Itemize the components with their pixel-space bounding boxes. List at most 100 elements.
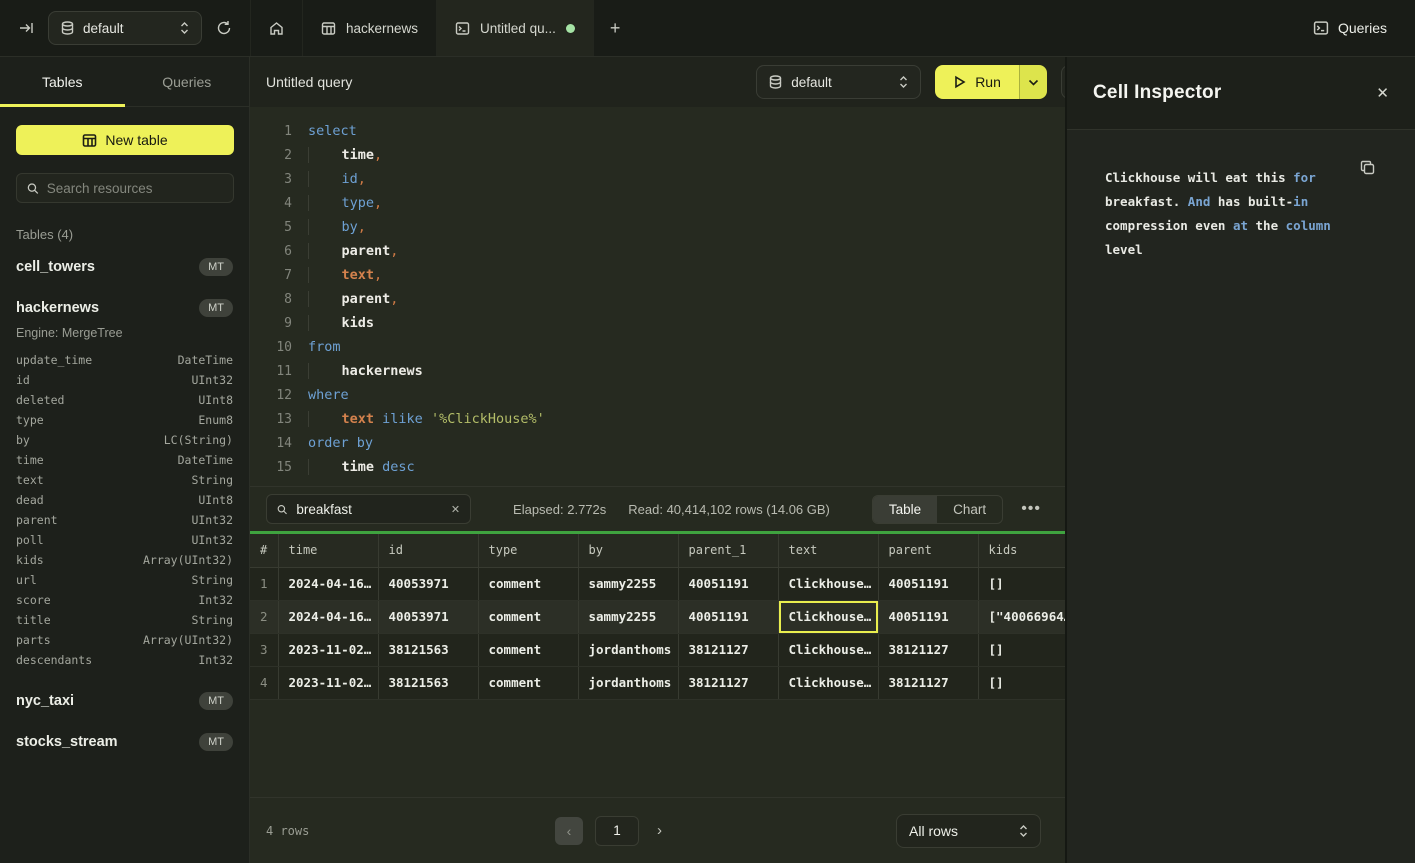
results-search[interactable]: ✕ (266, 494, 471, 524)
table-cell[interactable]: ["40066964… (978, 600, 1065, 633)
column-row[interactable]: deletedUInt8 (16, 390, 233, 410)
cell-content: Clickhouse will eat this for breakfast. … (1105, 166, 1367, 262)
table-cell[interactable]: 2024-04-16… (278, 567, 378, 600)
column-row[interactable]: deadUInt8 (16, 490, 233, 510)
copy-icon[interactable] (1360, 160, 1375, 175)
column-header[interactable]: text (778, 534, 878, 567)
table-cell[interactable]: Clickhouse… (778, 666, 878, 699)
table-cell[interactable]: [] (978, 567, 1065, 600)
new-table-button[interactable]: New table (16, 125, 234, 155)
column-header[interactable]: time (278, 534, 378, 567)
table-cell[interactable]: 40051191 (878, 567, 978, 600)
sidebar-search-input[interactable] (47, 181, 223, 196)
column-row[interactable]: update_timeDateTime (16, 350, 233, 370)
close-icon[interactable]: ✕ (1376, 84, 1389, 102)
column-row[interactable]: titleString (16, 610, 233, 630)
column-row[interactable]: partsArray(UInt32) (16, 630, 233, 650)
new-tab-button[interactable]: + (594, 0, 637, 56)
prev-page-button[interactable]: ‹ (555, 817, 583, 845)
refresh-icon[interactable] (216, 20, 232, 36)
line-code: time, (308, 147, 382, 163)
table-cell[interactable]: 40051191 (678, 567, 778, 600)
column-row[interactable]: typeEnum8 (16, 410, 233, 430)
sidebar-search[interactable] (16, 173, 234, 203)
column-row[interactable]: textString (16, 470, 233, 490)
table-cell[interactable]: 38121127 (878, 633, 978, 666)
table-cell[interactable]: jordanthoms (578, 633, 678, 666)
table-cell[interactable]: 2024-04-16… (278, 600, 378, 633)
table-item[interactable]: nyc_taxiMT (16, 684, 233, 717)
line-number: 7 (266, 268, 292, 283)
table-cell[interactable]: 40053971 (378, 600, 478, 633)
table-cell[interactable]: 38121563 (378, 666, 478, 699)
column-row[interactable]: idUInt32 (16, 370, 233, 390)
column-row[interactable]: pollUInt32 (16, 530, 233, 550)
table-cell[interactable]: 40053971 (378, 567, 478, 600)
table-item[interactable]: hackernewsMT (16, 291, 233, 324)
view-toggle-chart[interactable]: Chart (937, 496, 1002, 523)
table-cell[interactable]: sammy2255 (578, 600, 678, 633)
column-row[interactable]: parentUInt32 (16, 510, 233, 530)
page-number-input[interactable] (595, 816, 639, 846)
sql-editor[interactable]: 1select2 time,3 id,4 type,5 by,6 parent,… (250, 107, 1065, 487)
table-cell[interactable]: jordanthoms (578, 666, 678, 699)
tab-hackernews[interactable]: hackernews (303, 0, 437, 56)
table-cell[interactable]: comment (478, 600, 578, 633)
column-row[interactable]: kidsArray(UInt32) (16, 550, 233, 570)
column-header[interactable]: parent (878, 534, 978, 567)
table-cell[interactable]: [] (978, 666, 1065, 699)
table-cell[interactable]: [] (978, 633, 1065, 666)
table-cell[interactable]: Clickhouse… (778, 633, 878, 666)
more-options-icon[interactable]: ••• (1021, 500, 1041, 518)
table-cell[interactable]: Clickhouse… (778, 600, 878, 633)
sidebar-tab-label: Queries (162, 74, 211, 90)
view-toggle-table[interactable]: Table (873, 496, 937, 523)
tab-untitled-query[interactable]: Untitled qu... (437, 0, 594, 56)
sidebar-tab-tables[interactable]: Tables (0, 57, 125, 106)
next-page-button[interactable]: › (651, 822, 668, 839)
clear-search-icon[interactable]: ✕ (451, 503, 460, 516)
collapse-sidebar-icon[interactable] (18, 20, 34, 36)
column-header[interactable]: by (578, 534, 678, 567)
table-cell[interactable]: 40051191 (678, 600, 778, 633)
table-cell[interactable]: 38121563 (378, 633, 478, 666)
column-type: String (191, 473, 233, 487)
table-cell[interactable]: 40051191 (878, 600, 978, 633)
table-item[interactable]: stocks_streamMT (16, 725, 233, 758)
column-type: UInt32 (191, 373, 233, 387)
run-options-button[interactable] (1019, 65, 1047, 99)
run-button[interactable]: Run (935, 65, 1019, 99)
cell-content-token: And (1188, 194, 1211, 209)
results-search-input[interactable] (296, 502, 441, 517)
table-cell[interactable]: 38121127 (678, 633, 778, 666)
queries-button[interactable]: Queries (1313, 20, 1387, 36)
code-token (308, 315, 342, 331)
table-cell[interactable]: comment (478, 666, 578, 699)
column-header[interactable]: type (478, 534, 578, 567)
table-cell[interactable]: 2023-11-02… (278, 633, 378, 666)
table-cell[interactable]: 38121127 (878, 666, 978, 699)
table-item[interactable]: cell_towersMT (16, 250, 233, 283)
column-header[interactable]: kids (978, 534, 1065, 567)
query-database-select[interactable]: default (756, 65, 921, 99)
table-cell[interactable]: Clickhouse… (778, 567, 878, 600)
table-cell[interactable]: 2023-11-02… (278, 666, 378, 699)
column-row[interactable]: timeDateTime (16, 450, 233, 470)
table-cell[interactable]: comment (478, 567, 578, 600)
column-header[interactable]: # (250, 534, 278, 567)
database-select[interactable]: default (48, 11, 202, 45)
column-row[interactable]: descendantsInt32 (16, 650, 233, 670)
column-row[interactable]: scoreInt32 (16, 590, 233, 610)
tab-home[interactable] (250, 0, 303, 56)
sidebar-tab-queries[interactable]: Queries (125, 57, 250, 106)
table-cell[interactable]: comment (478, 633, 578, 666)
column-header[interactable]: id (378, 534, 478, 567)
page-size-select[interactable]: All rows (896, 814, 1041, 848)
column-row[interactable]: byLC(String) (16, 430, 233, 450)
line-number: 3 (266, 172, 292, 187)
column-row[interactable]: urlString (16, 570, 233, 590)
column-header[interactable]: parent_1 (678, 534, 778, 567)
table-cell[interactable]: sammy2255 (578, 567, 678, 600)
table-cell[interactable]: 38121127 (678, 666, 778, 699)
editor-line: 6 parent, (266, 239, 1065, 263)
